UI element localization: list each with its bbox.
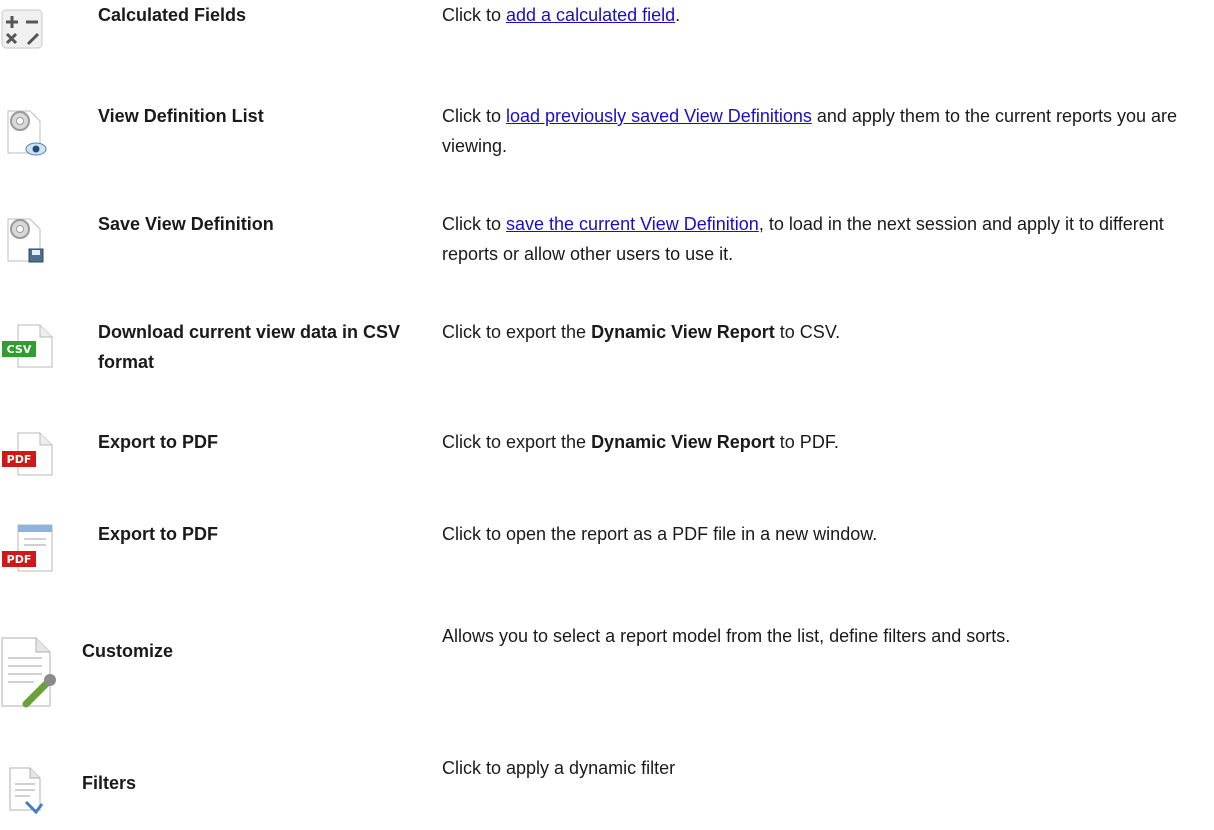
view-definition-list-icon[interactable]: [0, 105, 64, 169]
row-title: Save View Definition: [98, 214, 274, 234]
calculator-icon[interactable]: [0, 6, 64, 70]
row-title: Filters: [82, 773, 137, 793]
row-title: Export to PDF: [98, 524, 218, 544]
row-description: Allows you to select a report model from…: [442, 626, 1011, 646]
row-title: Calculated Fields: [98, 5, 247, 25]
row-description: Click to open the report as a PDF file i…: [442, 524, 878, 544]
pdf-badge-label: PDF: [7, 553, 32, 566]
csv-file-icon[interactable]: CSV: [0, 321, 64, 385]
row-description: Click to export the Dynamic View Report …: [442, 322, 841, 342]
csv-badge-label: CSV: [7, 343, 32, 356]
pdf-file-icon[interactable]: PDF: [0, 429, 64, 493]
row-description: Click to add a calculated field.: [442, 5, 681, 25]
customize-document-icon[interactable]: [0, 634, 64, 708]
row-description: Click to export the Dynamic View Report …: [442, 432, 839, 452]
row-title: View Definition List: [98, 106, 264, 126]
add-calculated-field-link[interactable]: add a calculated field: [506, 5, 675, 25]
row-description: Click to apply a dynamic filter: [442, 758, 676, 778]
save-view-definition-link[interactable]: save the current View Definition: [506, 214, 759, 234]
row-title: Customize: [82, 641, 174, 661]
row-title: Download current view data in CSV format: [98, 322, 401, 372]
row-description: Click to load previously saved View Defi…: [442, 106, 1178, 156]
pdf-badge-label: PDF: [7, 453, 32, 466]
row-title: Export to PDF: [98, 432, 218, 452]
load-view-definitions-link[interactable]: load previously saved View Definitions: [506, 106, 812, 126]
save-view-definition-icon[interactable]: [0, 213, 64, 277]
row-description: Click to save the current View Definitio…: [442, 214, 1164, 264]
pdf-window-icon[interactable]: PDF: [0, 523, 64, 587]
filter-document-icon[interactable]: [0, 766, 64, 830]
